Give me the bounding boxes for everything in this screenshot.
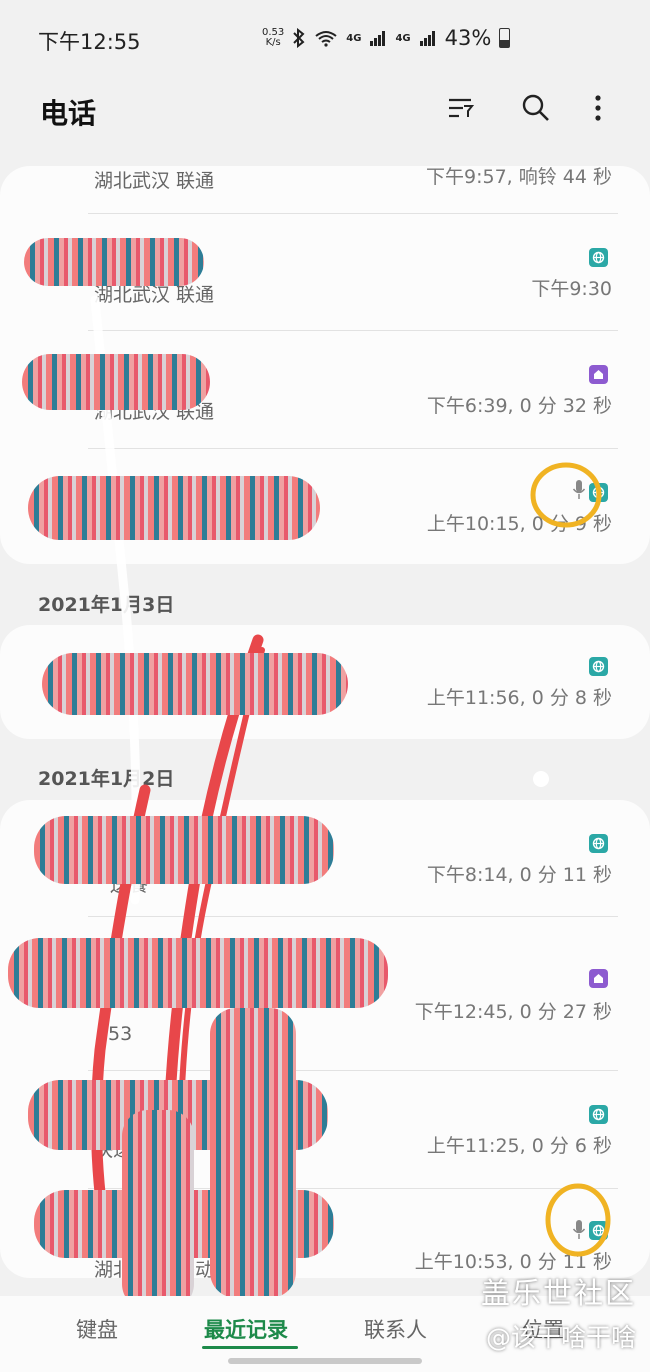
redaction-scribble [8, 938, 388, 1008]
watermark-user: @该干啥干啥 [485, 1323, 636, 1352]
redaction-scribble [42, 653, 348, 715]
redaction-scribble [210, 1008, 296, 1298]
redaction-scribble [34, 816, 334, 884]
redaction-scribble [22, 354, 210, 410]
watermark-title: 盖乐世社区 [480, 1276, 636, 1310]
tab-recents[interactable]: 最近记录 [204, 1314, 288, 1344]
home-indicator[interactable] [228, 1358, 422, 1364]
redaction-scribble [28, 476, 320, 540]
active-tab-indicator [202, 1346, 298, 1349]
tab-keypad[interactable]: 键盘 [76, 1314, 118, 1344]
tab-contacts[interactable]: 联系人 [364, 1314, 427, 1344]
redaction-scribble [122, 1110, 194, 1310]
redaction-scribble [24, 238, 204, 286]
